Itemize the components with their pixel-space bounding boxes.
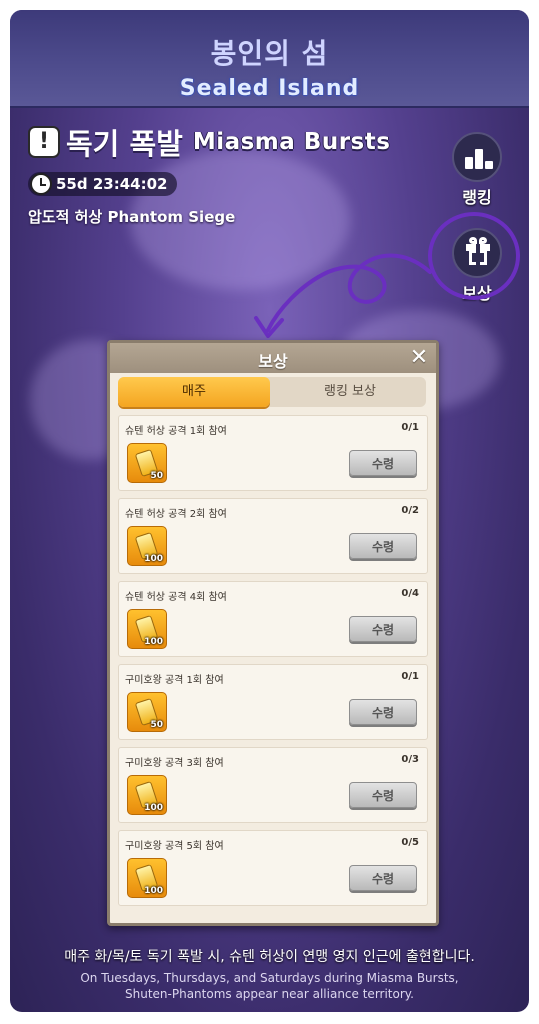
claim-button[interactable]: 수령 xyxy=(349,450,417,476)
task-row: 슈텐 허상 공격 2회 참여 0/2 100 수령 xyxy=(118,498,428,574)
game-screen: 봉인의 섬 Sealed Island ! 독기 폭발 Miasma Burst… xyxy=(10,10,529,1012)
task-row: 구미호왕 공격 5회 참여 0/5 100 수령 xyxy=(118,830,428,906)
reward-tabs: 매주 랭킹 보상 xyxy=(118,377,426,407)
reward-item[interactable]: 100 xyxy=(127,609,167,649)
task-label: 슈텐 허상 공격 2회 참여 xyxy=(125,509,227,520)
task-progress: 0/4 xyxy=(401,588,419,599)
task-progress: 0/1 xyxy=(401,671,419,682)
task-label: 슈텐 허상 공격 4회 참여 xyxy=(125,592,227,603)
claim-button[interactable]: 수령 xyxy=(349,533,417,559)
panel-title: 보상 xyxy=(258,352,288,371)
reward-panel: 보상 ✕ 매주 랭킹 보상 슈텐 허상 공격 1회 참여 0/1 50 수령 슈… xyxy=(107,340,439,926)
reward-quantity: 100 xyxy=(144,554,163,564)
reward-quantity: 100 xyxy=(144,803,163,813)
claim-button[interactable]: 수령 xyxy=(349,616,417,642)
footer-english-line1: On Tuesdays, Thursdays, and Saturdays du… xyxy=(80,971,459,985)
reward-quantity: 50 xyxy=(150,471,163,481)
task-row: 슈텐 허상 공격 1회 참여 0/1 50 수령 xyxy=(118,415,428,491)
reward-quantity: 100 xyxy=(144,886,163,896)
reward-item[interactable]: 50 xyxy=(127,443,167,483)
reward-item[interactable]: 100 xyxy=(127,526,167,566)
task-progress: 0/2 xyxy=(401,505,419,516)
claim-button[interactable]: 수령 xyxy=(349,782,417,808)
footer-english-line2: Shuten-Phantoms appear near alliance ter… xyxy=(125,987,414,1001)
reward-quantity: 100 xyxy=(144,637,163,647)
tab-ranking-reward[interactable]: 랭킹 보상 xyxy=(274,377,426,407)
task-progress: 0/1 xyxy=(401,422,419,433)
task-row: 슈텐 허상 공격 4회 참여 0/4 100 수령 xyxy=(118,581,428,657)
reward-item[interactable]: 100 xyxy=(127,775,167,815)
panel-header: 보상 ✕ xyxy=(110,343,436,373)
close-icon[interactable]: ✕ xyxy=(408,347,430,369)
task-progress: 0/5 xyxy=(401,837,419,848)
task-progress: 0/3 xyxy=(401,754,419,765)
footer-korean: 매주 화/목/토 독기 폭발 시, 슈텐 허상이 연맹 영지 인근에 출현합니다… xyxy=(64,949,475,965)
reward-item[interactable]: 100 xyxy=(127,858,167,898)
claim-button[interactable]: 수령 xyxy=(349,865,417,891)
task-label: 슈텐 허상 공격 1회 참여 xyxy=(125,426,227,437)
annotation-circle xyxy=(428,212,520,300)
reward-quantity: 50 xyxy=(150,720,163,730)
reward-item[interactable]: 50 xyxy=(127,692,167,732)
footer-english: On Tuesdays, Thursdays, and Saturdays du… xyxy=(10,970,529,1002)
claim-button[interactable]: 수령 xyxy=(349,699,417,725)
task-row: 구미호왕 공격 1회 참여 0/1 50 수령 xyxy=(118,664,428,740)
task-label: 구미호왕 공격 5회 참여 xyxy=(125,841,224,852)
annotation-arrow xyxy=(266,253,432,332)
tab-weekly[interactable]: 매주 xyxy=(118,377,270,407)
task-label: 구미호왕 공격 1회 참여 xyxy=(125,675,224,686)
task-label: 구미호왕 공격 3회 참여 xyxy=(125,758,224,769)
task-row: 구미호왕 공격 3회 참여 0/3 100 수령 xyxy=(118,747,428,823)
